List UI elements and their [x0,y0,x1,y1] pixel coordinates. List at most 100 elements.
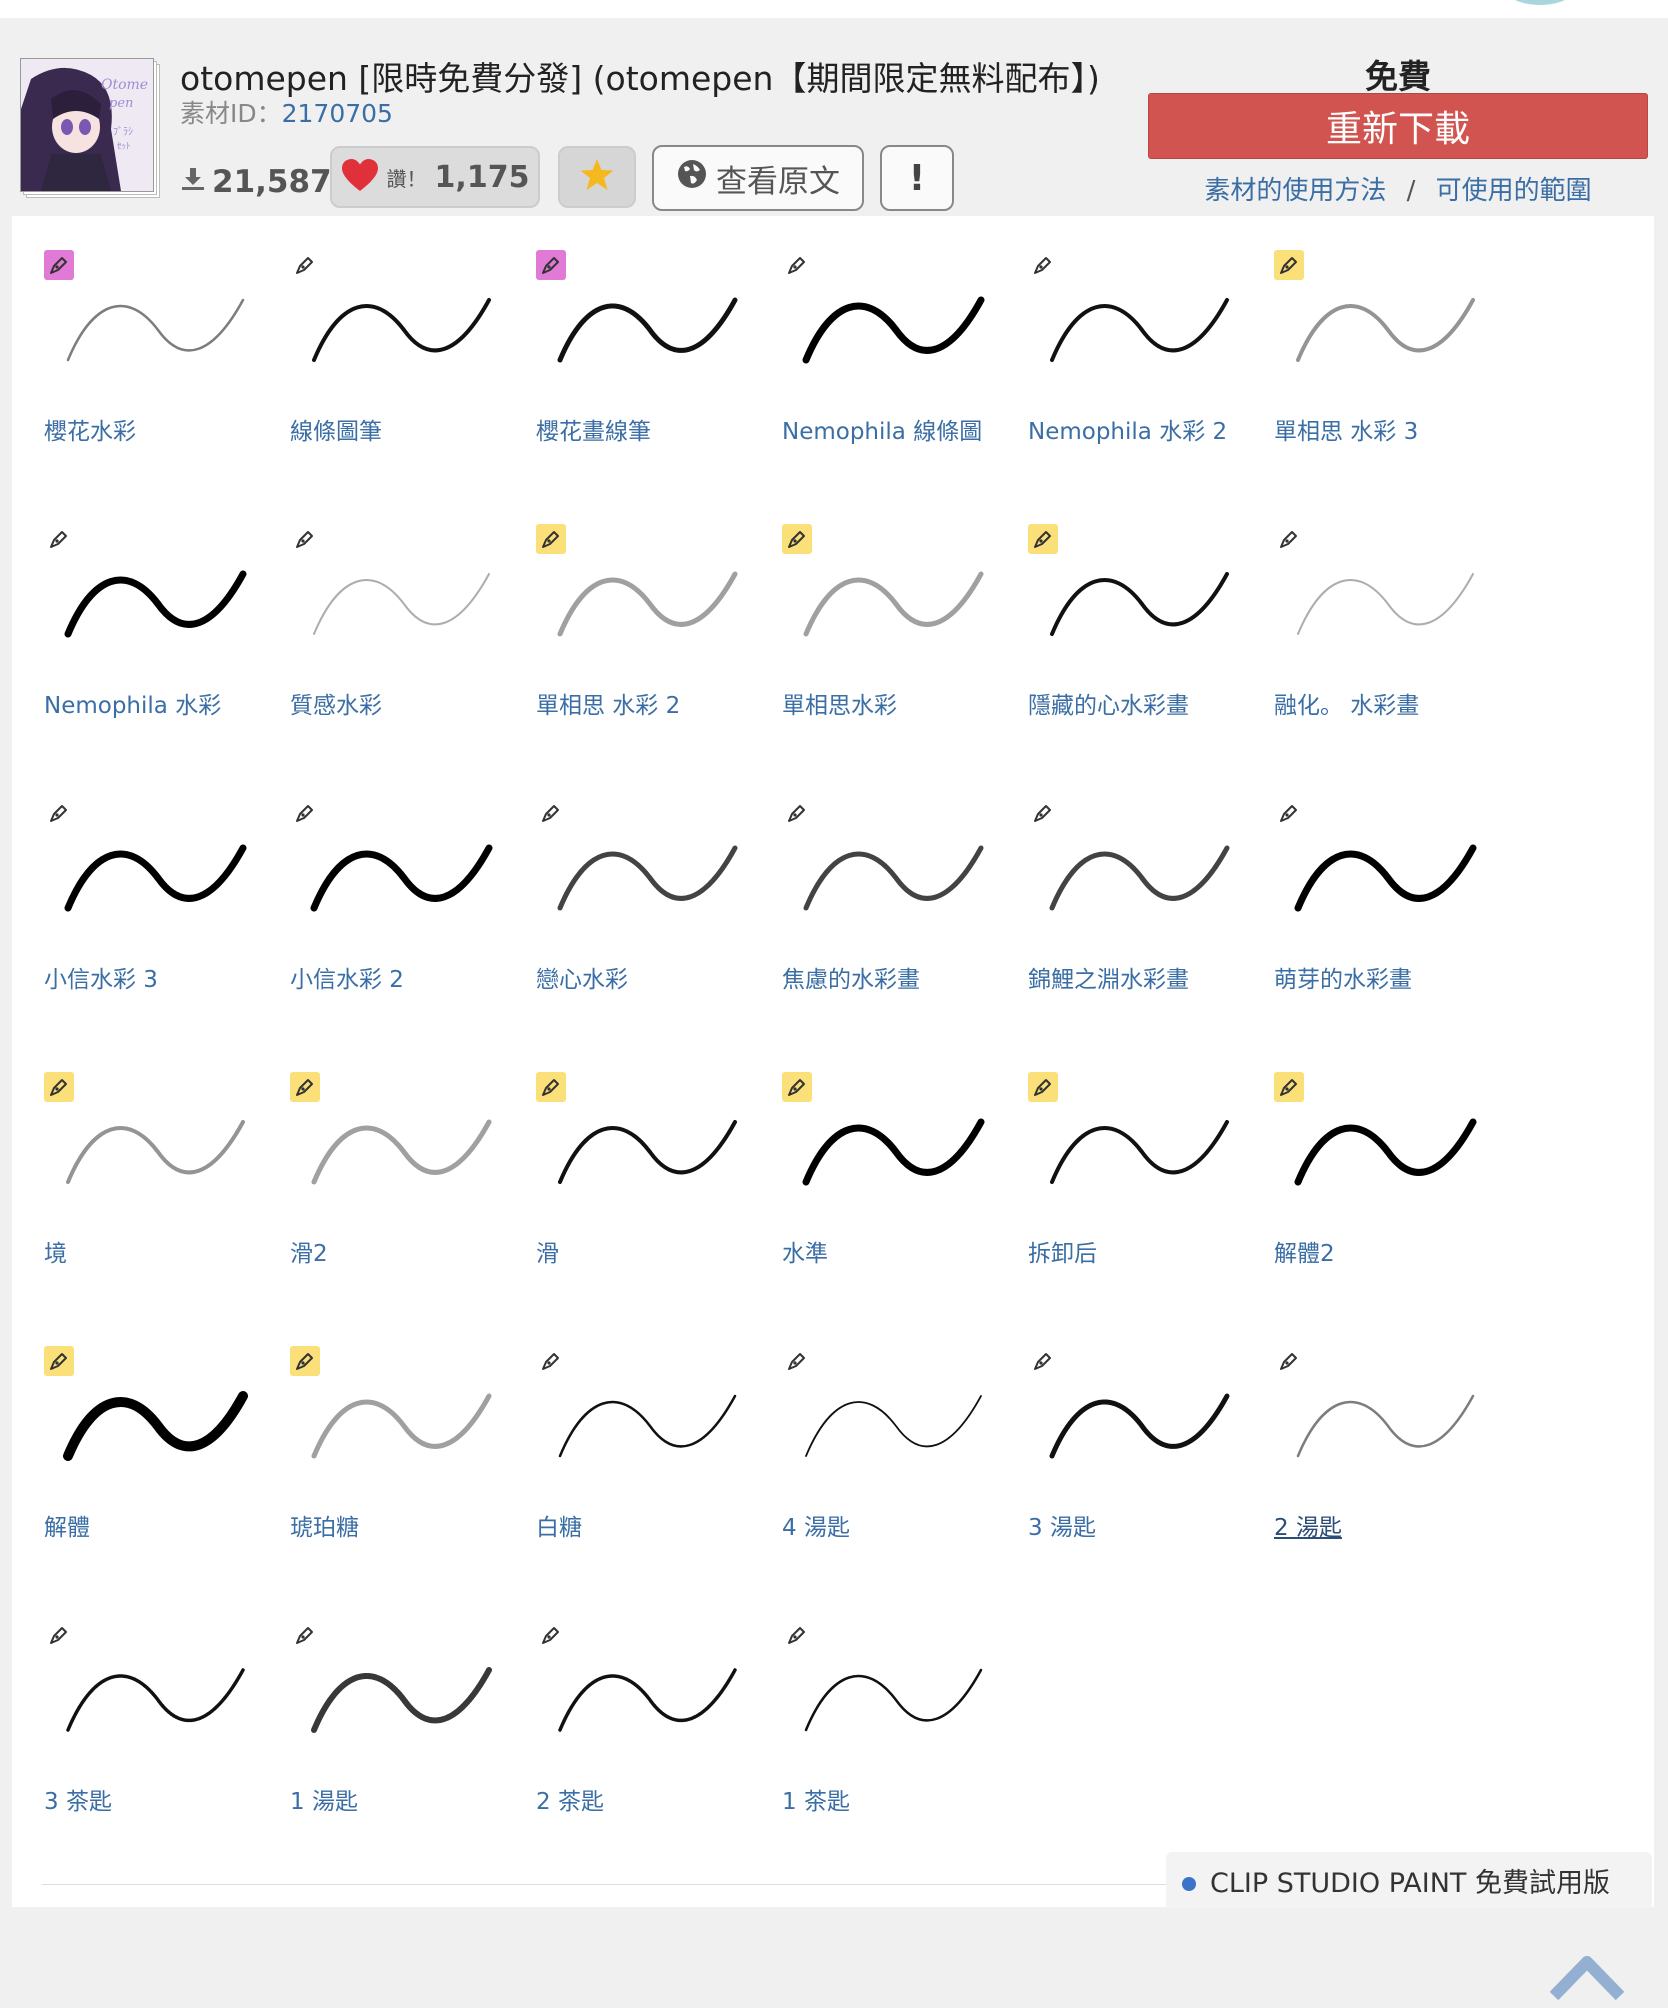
view-original-button[interactable]: 查看原文 [652,145,864,211]
brush-item[interactable]: 線條圖筆 [276,236,506,486]
brush-name-link[interactable]: 滑 [536,1234,559,1268]
brush-item[interactable]: 質感水彩 [276,510,506,760]
brush-item[interactable]: 單相思水彩 [768,510,998,760]
brush-name-link[interactable]: 2 湯匙 [1274,1508,1342,1542]
brush-name-link[interactable]: 解體2 [1274,1234,1335,1268]
brush-name-link[interactable]: 3 湯匙 [1028,1508,1096,1542]
brush-name-link[interactable]: Nemophila 水彩 [44,686,221,720]
brush-item[interactable]: 水準 [768,1058,998,1308]
brush-name-link[interactable]: 3 茶匙 [44,1782,112,1816]
brush-stroke-preview [310,844,493,912]
brush-name-link[interactable]: Nemophila 線條圖 [782,412,982,446]
brush-name-link[interactable]: 解體 [44,1508,90,1542]
brush-name-link[interactable]: 滑2 [290,1234,328,1268]
svg-text:Otome: Otome [101,77,148,93]
brush-item[interactable]: 拆卸后 [1014,1058,1244,1308]
brush-item[interactable]: Nemophila 水彩 2 [1014,236,1244,486]
brush-item[interactable]: 小信水彩 3 [30,784,260,1034]
brush-name-link[interactable]: 2 茶匙 [536,1782,604,1816]
brush-stroke-preview [1049,1393,1230,1459]
brush-stroke-preview [1296,298,1475,362]
brush-name-link[interactable]: 錦鯉之淵水彩畫 [1028,960,1189,994]
brush-item[interactable]: 隱藏的心水彩畫 [1014,510,1244,760]
brush-stroke-preview [805,1395,982,1457]
report-button[interactable]: ! [880,145,954,211]
brush-name-link[interactable]: 櫻花畫線筆 [536,412,651,446]
brush-name-link[interactable]: 水準 [782,1234,828,1268]
brush-name-link[interactable]: 4 湯匙 [782,1508,850,1542]
svg-text:ｾｯﾄ: ｾｯﾄ [117,141,131,152]
brush-stroke-preview [312,298,491,362]
usage-method-link[interactable]: 素材的使用方法 [1204,176,1386,206]
brush-name-link[interactable]: 1 茶匙 [782,1782,850,1816]
brush-item[interactable]: 琥珀糖 [276,1332,506,1582]
brush-item[interactable]: 小信水彩 2 [276,784,506,1034]
redownload-button[interactable]: 重新下載 [1148,93,1648,159]
brush-name-link[interactable]: 萌芽的水彩畫 [1274,960,1412,994]
brush-stroke-preview [1296,1394,1475,1458]
star-icon [579,158,615,196]
brush-stroke-preview [1297,573,1474,635]
brush-name-link[interactable]: 櫻花水彩 [44,412,136,446]
brush-name-link[interactable]: 線條圖筆 [290,412,382,446]
brush-name-link[interactable]: 融化。 水彩畫 [1274,686,1419,720]
usage-scope-link[interactable]: 可使用的範圍 [1436,176,1592,206]
brush-stroke-preview [802,1118,985,1186]
brush-item[interactable]: 單相思 水彩 3 [1260,236,1490,486]
brush-name-link[interactable]: 白糖 [536,1508,582,1542]
brush-name-link[interactable]: 戀心水彩 [536,960,628,994]
brush-stroke-preview [313,573,490,635]
brush-name-link[interactable]: Nemophila 水彩 2 [1028,412,1227,446]
brush-name-link[interactable]: 小信水彩 2 [290,960,404,994]
brush-name-link[interactable]: 質感水彩 [290,686,382,720]
material-id-value: 2170705 [281,99,393,128]
brush-item[interactable]: Nemophila 水彩 [30,510,260,760]
material-thumbnail[interactable]: Otome pen ﾌﾞﾗｼ ｾｯﾄ [20,58,160,198]
material-title: otomepen [限時免費分發] (otomepen【期間限定無料配布】) [180,59,1100,98]
trial-promo-banner[interactable]: CLIP STUDIO PAINT 免費試用版 [1166,1852,1652,1908]
chevron-up-icon [1549,1956,1625,2001]
brush-item[interactable]: 櫻花水彩 [30,236,260,486]
brush-item[interactable]: 2 茶匙 [522,1606,752,1856]
brush-name-link[interactable]: 小信水彩 3 [44,960,158,994]
material-id-label: 素材ID： [180,99,282,128]
brush-item[interactable]: 單相思 水彩 2 [522,510,752,760]
brush-name-link[interactable]: 拆卸后 [1028,1234,1097,1268]
brush-item[interactable]: 解體 [30,1332,260,1582]
brush-name-link[interactable]: 單相思水彩 [782,686,897,720]
brush-name-link[interactable]: 隱藏的心水彩畫 [1028,686,1189,720]
brush-item[interactable]: 境 [30,1058,260,1308]
brush-name-link[interactable]: 1 湯匙 [290,1782,358,1816]
brush-name-link[interactable]: 單相思 水彩 3 [1274,412,1418,446]
brush-item[interactable]: 融化。 水彩畫 [1260,510,1490,760]
brush-item[interactable]: 2 湯匙 [1260,1332,1490,1582]
brush-stroke-preview [804,1668,983,1732]
brush-item[interactable]: 滑2 [276,1058,506,1308]
brush-stroke-preview [1050,1120,1229,1184]
brush-item[interactable]: 3 湯匙 [1014,1332,1244,1582]
brush-item[interactable]: 3 茶匙 [30,1606,260,1856]
like-button[interactable]: 讚！ 1,175 [330,146,540,208]
brush-stroke-preview [557,571,738,637]
scroll-top-button[interactable] [1549,1954,1625,2004]
brush-item[interactable]: Nemophila 線條圖 [768,236,998,486]
brush-item[interactable]: 1 茶匙 [768,1606,998,1856]
brush-stroke-preview [1050,572,1229,636]
brush-item[interactable]: 白糖 [522,1332,752,1582]
brush-item[interactable]: 解體2 [1260,1058,1490,1308]
brush-name-link[interactable]: 焦慮的水彩畫 [782,960,920,994]
brush-name-link[interactable]: 境 [44,1234,67,1268]
material-id: 素材ID：2170705 [180,94,393,130]
brush-item[interactable]: 櫻花畫線筆 [522,236,752,486]
brush-name-link[interactable]: 單相思 水彩 2 [536,686,680,720]
favorite-button[interactable] [558,146,636,208]
brush-item[interactable]: 1 湯匙 [276,1606,506,1856]
brush-item[interactable]: 戀心水彩 [522,784,752,1034]
brush-item[interactable]: 錦鯉之淵水彩畫 [1014,784,1244,1034]
brush-item[interactable]: 4 湯匙 [768,1332,998,1582]
brush-name-link[interactable]: 琥珀糖 [290,1508,359,1542]
brush-item[interactable]: 焦慮的水彩畫 [768,784,998,1034]
svg-text:pen: pen [109,96,133,111]
brush-item[interactable]: 滑 [522,1058,752,1308]
brush-item[interactable]: 萌芽的水彩畫 [1260,784,1490,1034]
